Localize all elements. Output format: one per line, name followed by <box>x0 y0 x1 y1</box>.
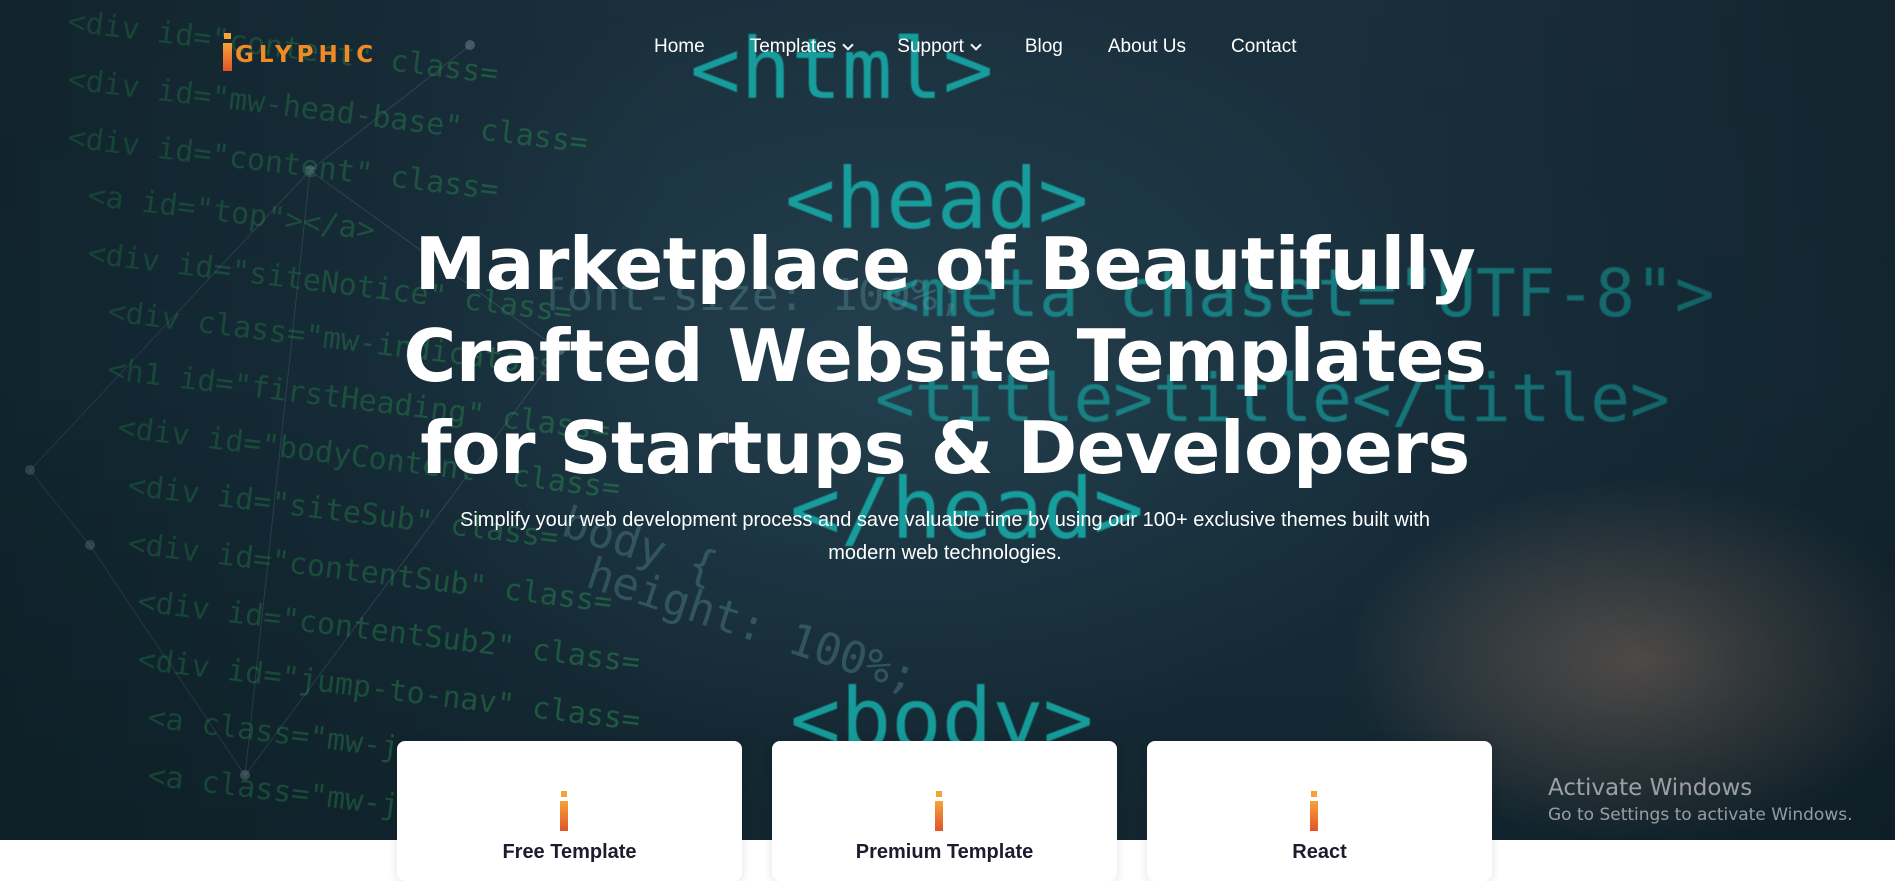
headline-line: Crafted Website Templates <box>403 314 1487 398</box>
glyphic-logo-icon <box>223 33 232 71</box>
hero-section: <div id="content" class=<div id="mw-head… <box>0 0 1895 840</box>
nav-item-blog[interactable]: Blog <box>1025 36 1063 58</box>
glyphic-i-icon <box>935 791 943 831</box>
nav-item-label: Contact <box>1231 36 1297 57</box>
card-react[interactable]: React <box>1147 741 1492 881</box>
glyphic-i-icon <box>1310 791 1318 831</box>
nav-item-contact[interactable]: Contact <box>1231 36 1296 58</box>
chevron-down-icon <box>842 39 854 51</box>
nav-item-label: Support <box>897 36 964 57</box>
nav-item-about-us[interactable]: About Us <box>1108 36 1186 58</box>
nav-item-label: Home <box>654 36 705 57</box>
card-title: Premium Template <box>855 841 1034 863</box>
nav-item-label: About Us <box>1107 36 1187 57</box>
watermark-subtitle: Go to Settings to activate Windows. <box>1548 805 1853 825</box>
glyphic-i-icon <box>560 791 568 831</box>
chevron-down-icon <box>970 39 982 51</box>
headline-line: for Startups & Developers <box>420 406 1470 490</box>
card-premium-template[interactable]: Premium Template <box>772 741 1117 881</box>
nav-item-home[interactable]: Home <box>654 36 705 58</box>
navbar: GLYPHIC Home Templates Support Blog Abou… <box>0 0 1895 100</box>
nav-item-label: Blog <box>1024 36 1063 57</box>
hero-subtitle: Simplify your web development process an… <box>400 504 1490 570</box>
headline-line: Marketplace of Beautifully <box>414 222 1476 306</box>
logo[interactable]: GLYPHIC <box>222 32 378 72</box>
windows-activation-watermark: Activate Windows Go to Settings to activ… <box>1548 775 1853 825</box>
watermark-title: Activate Windows <box>1548 775 1753 801</box>
nav-menu: Home Templates Support Blog About Us Con… <box>654 36 1297 58</box>
nav-item-support[interactable]: Support <box>897 36 982 58</box>
hero-headline: Marketplace of Beautifully Crafted Websi… <box>400 218 1490 494</box>
card-title: React <box>1292 841 1347 863</box>
logo-text: GLYPHIC <box>235 42 379 68</box>
card-free-template[interactable]: Free Template <box>397 741 742 881</box>
card-title: Free Template <box>502 841 637 863</box>
nav-item-label: Templates <box>749 36 837 57</box>
subtitle-line: Simplify your web development process an… <box>460 509 1430 531</box>
subtitle-line: modern web technologies. <box>828 542 1062 564</box>
nav-item-templates[interactable]: Templates <box>749 36 854 58</box>
